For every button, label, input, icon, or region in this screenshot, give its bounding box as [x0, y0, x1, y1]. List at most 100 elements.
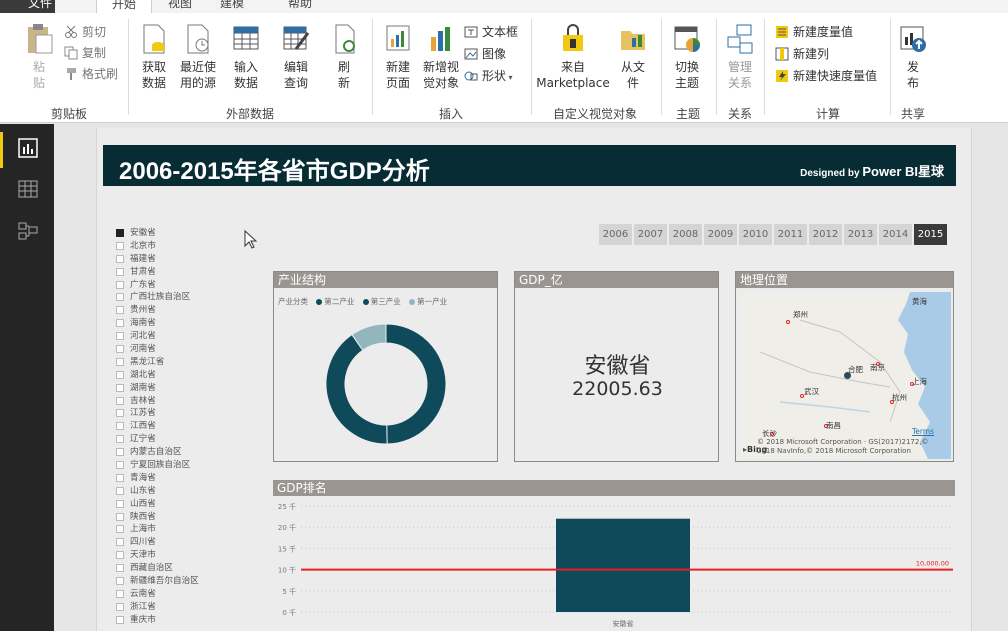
location-map-panel[interactable]: 地理位置 黄海 郑州 合肥 南京 上海 武汉 杭州 南昌 长沙 Terms ▸B… [735, 271, 954, 462]
copy-button[interactable]: 复制 [64, 43, 124, 63]
model-view-button[interactable] [17, 220, 39, 242]
get-data-button[interactable]: 获取 数据 [134, 23, 174, 91]
province-slicer-item[interactable]: 吉林省 [116, 395, 246, 408]
enter-data-button[interactable]: 输入 数据 [226, 23, 266, 91]
province-slicer-item[interactable]: 北京市 [116, 240, 246, 253]
province-slicer-item[interactable]: 青海省 [116, 472, 246, 485]
donut-slice[interactable] [385, 323, 447, 445]
shapes-button[interactable]: 形状 ▾ [464, 66, 530, 86]
checkbox[interactable] [116, 319, 124, 328]
checkbox[interactable] [116, 512, 124, 521]
year-button[interactable]: 2015 [914, 224, 947, 245]
province-slicer-item[interactable]: 河北省 [116, 330, 246, 343]
checkbox[interactable] [116, 409, 124, 418]
province-slicer-item[interactable]: 山西省 [116, 498, 246, 511]
checkbox[interactable] [116, 499, 124, 508]
checkbox[interactable] [116, 241, 124, 250]
edit-queries-button[interactable]: 编辑 查询 [276, 23, 316, 91]
format-painter-button[interactable]: 格式刷 [64, 64, 124, 84]
checkbox[interactable] [116, 525, 124, 534]
checkbox[interactable] [116, 538, 124, 547]
province-slicer-item[interactable]: 陕西省 [116, 511, 246, 524]
province-slicer-item[interactable]: 重庆市 [116, 614, 246, 627]
checkbox[interactable] [116, 435, 124, 444]
checkbox[interactable] [116, 615, 124, 624]
year-button[interactable]: 2008 [669, 224, 702, 245]
checkbox[interactable] [116, 422, 124, 431]
province-slicer-item[interactable]: 安徽省 [116, 227, 246, 240]
checkbox[interactable] [116, 577, 124, 586]
checkbox[interactable] [116, 370, 124, 379]
manage-relationships-button[interactable]: 管理 关系 [720, 23, 760, 91]
checkbox[interactable] [116, 306, 124, 315]
textbox-button[interactable]: 文本框 [464, 22, 530, 42]
checkbox[interactable] [116, 448, 124, 457]
province-slicer-item[interactable]: 甘肃省 [116, 266, 246, 279]
province-slicer-item[interactable]: 贵州省 [116, 304, 246, 317]
province-slicer-item[interactable]: 内蒙古自治区 [116, 446, 246, 459]
from-file-button[interactable]: 从文 件 [614, 23, 652, 91]
checkbox[interactable] [116, 473, 124, 482]
map-terms-link[interactable]: Terms [912, 427, 934, 436]
paste-button[interactable]: 粘 贴 [22, 23, 56, 91]
checkbox[interactable] [116, 383, 124, 392]
province-slicer-item[interactable]: 山东省 [116, 485, 246, 498]
recent-sources-button[interactable]: 最近使 用的源 [176, 23, 220, 91]
checkbox[interactable] [116, 551, 124, 560]
year-button[interactable]: 2010 [739, 224, 772, 245]
province-slicer-item[interactable]: 广西壮族自治区 [116, 291, 246, 304]
province-slicer-item[interactable]: 江苏省 [116, 407, 246, 420]
checkbox[interactable] [116, 396, 124, 405]
province-slicer-item[interactable]: 上海市 [116, 523, 246, 536]
province-slicer-item[interactable]: 黑龙江省 [116, 356, 246, 369]
checkbox[interactable] [116, 254, 124, 263]
province-slicer-item[interactable]: 浙江省 [116, 601, 246, 614]
tab-model[interactable]: 建模 [220, 0, 244, 13]
bar[interactable] [556, 518, 690, 612]
year-button[interactable]: 2007 [634, 224, 667, 245]
checkbox[interactable] [116, 461, 124, 470]
province-slicer-item[interactable]: 天津市 [116, 549, 246, 562]
province-slicer-item[interactable]: 河南省 [116, 343, 246, 356]
new-visual-button[interactable]: 新增视 觉对象 [420, 23, 462, 91]
checkbox[interactable] [116, 564, 124, 573]
tab-view[interactable]: 视图 [168, 0, 192, 13]
gdp-rank-panel[interactable]: GDP排名 0 千 5 千 10 千 15 千 20 千 25 千安徽省 10,000.00 [273, 480, 955, 631]
checkbox[interactable] [116, 280, 124, 289]
new-column-button[interactable]: 新建列 [775, 44, 885, 64]
year-button[interactable]: 2012 [809, 224, 842, 245]
province-slicer-item[interactable]: 江西省 [116, 420, 246, 433]
year-button[interactable]: 2013 [844, 224, 877, 245]
switch-theme-button[interactable]: 切换 主题 [667, 23, 707, 91]
year-button[interactable]: 2014 [879, 224, 912, 245]
tab-help[interactable]: 帮助 [288, 0, 312, 13]
checkbox[interactable] [116, 345, 124, 354]
new-quick-measure-button[interactable]: 新建快速度量值 [775, 66, 885, 86]
checkbox[interactable] [116, 229, 124, 237]
new-page-button[interactable]: 新建 页面 [378, 23, 418, 91]
image-button[interactable]: 图像 [464, 44, 530, 64]
province-slicer-item[interactable]: 宁夏回族自治区 [116, 459, 246, 472]
bing-map[interactable]: 黄海 郑州 合肥 南京 上海 武汉 杭州 南昌 长沙 Terms ▸Bing ©… [740, 292, 951, 459]
province-slicer-item[interactable]: 湖北省 [116, 369, 246, 382]
data-view-button[interactable] [17, 178, 39, 200]
tab-file[interactable]: 文件 [0, 0, 55, 13]
checkbox[interactable] [116, 332, 124, 341]
province-slicer-item[interactable]: 辽宁省 [116, 433, 246, 446]
province-slicer-item[interactable]: 四川省 [116, 536, 246, 549]
checkbox[interactable] [116, 602, 124, 611]
province-slicer-item[interactable]: 新疆维吾尔自治区 [116, 575, 246, 588]
checkbox[interactable] [116, 267, 124, 276]
cut-button[interactable]: 剪切 [64, 22, 124, 42]
gdp-card-panel[interactable]: GDP_亿 安徽省 22005.63 [514, 271, 719, 462]
year-button[interactable]: 2011 [774, 224, 807, 245]
province-slicer-item[interactable]: 湖南省 [116, 382, 246, 395]
province-slicer-item[interactable]: 广东省 [116, 279, 246, 292]
year-button[interactable]: 2009 [704, 224, 737, 245]
year-button[interactable]: 2006 [599, 224, 632, 245]
checkbox[interactable] [116, 293, 124, 302]
refresh-button[interactable]: 刷 新 [327, 23, 361, 91]
checkbox[interactable] [116, 357, 124, 366]
province-slicer-item[interactable]: 福建省 [116, 253, 246, 266]
marketplace-button[interactable]: 来自 Marketplace [534, 23, 612, 91]
